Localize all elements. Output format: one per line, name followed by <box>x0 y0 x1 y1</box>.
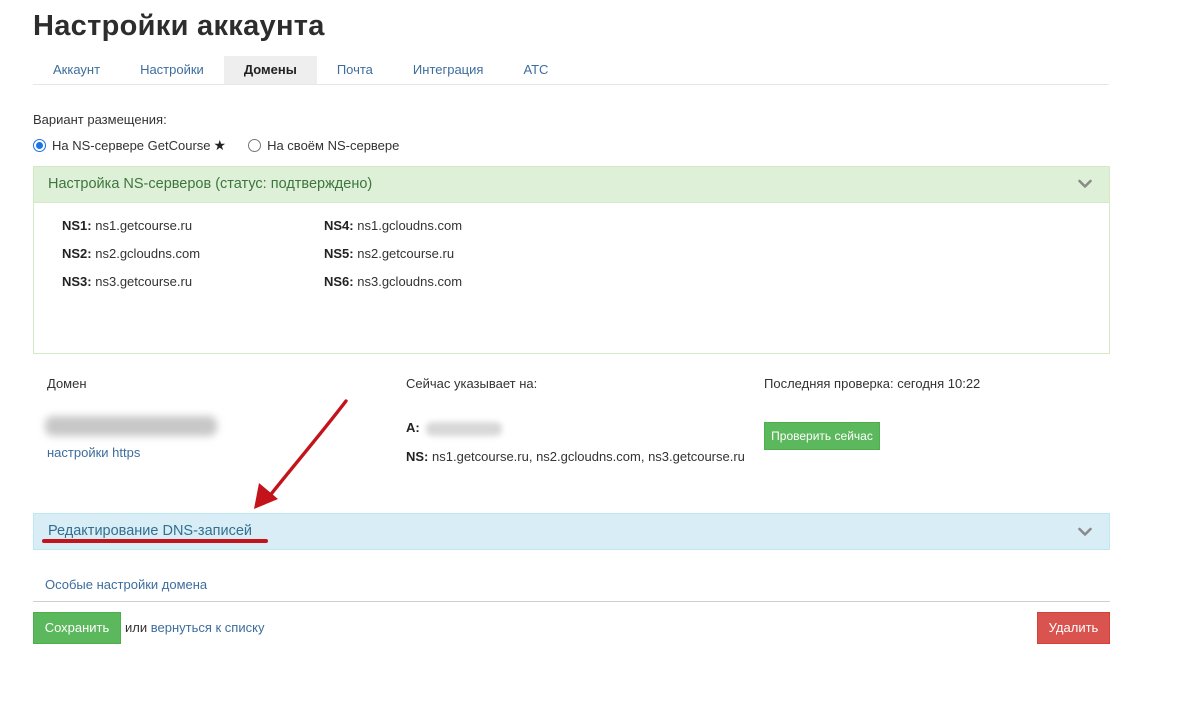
dns-panel-title[interactable]: Редактирование DNS-записей <box>48 523 252 539</box>
divider <box>33 601 1110 602</box>
or-text: или <box>125 620 148 635</box>
ns-server-item: NS6: ns3.gcloudns.com <box>324 274 463 289</box>
ns-server-item: NS4: ns1.gcloudns.com <box>324 218 463 233</box>
ns-server-item: NS1: ns1.getcourse.ru <box>62 218 193 233</box>
https-settings-link[interactable]: настройки https <box>47 445 140 460</box>
back-to-list-link[interactable]: вернуться к списку <box>151 620 265 635</box>
domain-column-header: Домен <box>47 376 87 391</box>
placement-label: Вариант размещения: <box>33 112 167 127</box>
tab-bar: Аккаунт Настройки Домены Почта Интеграци… <box>33 56 1109 85</box>
annotation-arrow-icon <box>254 399 348 509</box>
check-now-button[interactable]: Проверить сейчас <box>764 422 880 450</box>
ns-server-item: NS5: ns2.getcourse.ru <box>324 246 455 261</box>
back-link-row: или вернуться к списку <box>125 620 264 635</box>
star-icon: ★ <box>213 137 227 153</box>
a-record-row: A: <box>406 420 502 436</box>
delete-button[interactable]: Удалить <box>1037 612 1110 644</box>
dns-records-panel[interactable]: Редактирование DNS-записей <box>33 513 1110 550</box>
ns-record-row: NS: ns1.getcourse.ru, ns2.gcloudns.com, … <box>406 449 745 464</box>
domain-name-blurred <box>45 416 217 436</box>
radio-button-own-ns[interactable] <box>248 139 262 152</box>
special-domain-settings-link[interactable]: Особые настройки домена <box>45 577 207 592</box>
last-check-label: Последняя проверка: сегодня 10:22 <box>764 376 981 391</box>
tab-domains[interactable]: Домены <box>223 56 317 84</box>
chevron-down-icon[interactable] <box>1078 525 1092 539</box>
ns-settings-panel: Настройка NS-серверов (статус: подтвержд… <box>33 166 1110 354</box>
tab-integration[interactable]: Интеграция <box>393 56 504 84</box>
placement-radio-group: На NS-сервере GetCourse ★ На своём NS-се… <box>33 137 421 154</box>
tab-settings[interactable]: Настройки <box>120 56 224 84</box>
radio-label-own-ns: На своём NS-сервере <box>267 138 400 153</box>
radio-button-getcourse-ns[interactable] <box>33 139 46 152</box>
annotation-underline <box>42 539 268 543</box>
tab-mail[interactable]: Почта <box>317 56 393 84</box>
tab-account[interactable]: Аккаунт <box>33 56 120 84</box>
radio-label-getcourse-ns: На NS-сервере GetCourse <box>52 138 211 153</box>
ns-panel-header[interactable]: Настройка NS-серверов (статус: подтвержд… <box>34 167 1109 203</box>
ns-server-item: NS2: ns2.gcloudns.com <box>62 246 201 261</box>
tab-pbx[interactable]: АТС <box>503 56 568 84</box>
ip-address-blurred <box>425 421 502 436</box>
radio-option-getcourse-ns[interactable]: На NS-сервере GetCourse ★ <box>33 137 226 154</box>
chevron-down-icon[interactable] <box>1078 177 1092 191</box>
ns-server-item: NS3: ns3.getcourse.ru <box>62 274 193 289</box>
save-button[interactable]: Сохранить <box>33 612 121 644</box>
page-title: Настройки аккаунта <box>33 10 325 42</box>
ns-panel-title: Настройка NS-серверов (статус: подтвержд… <box>48 176 373 192</box>
radio-option-own-ns[interactable]: На своём NS-сервере <box>248 138 399 153</box>
points-to-column-header: Сейчас указывает на: <box>406 376 538 391</box>
